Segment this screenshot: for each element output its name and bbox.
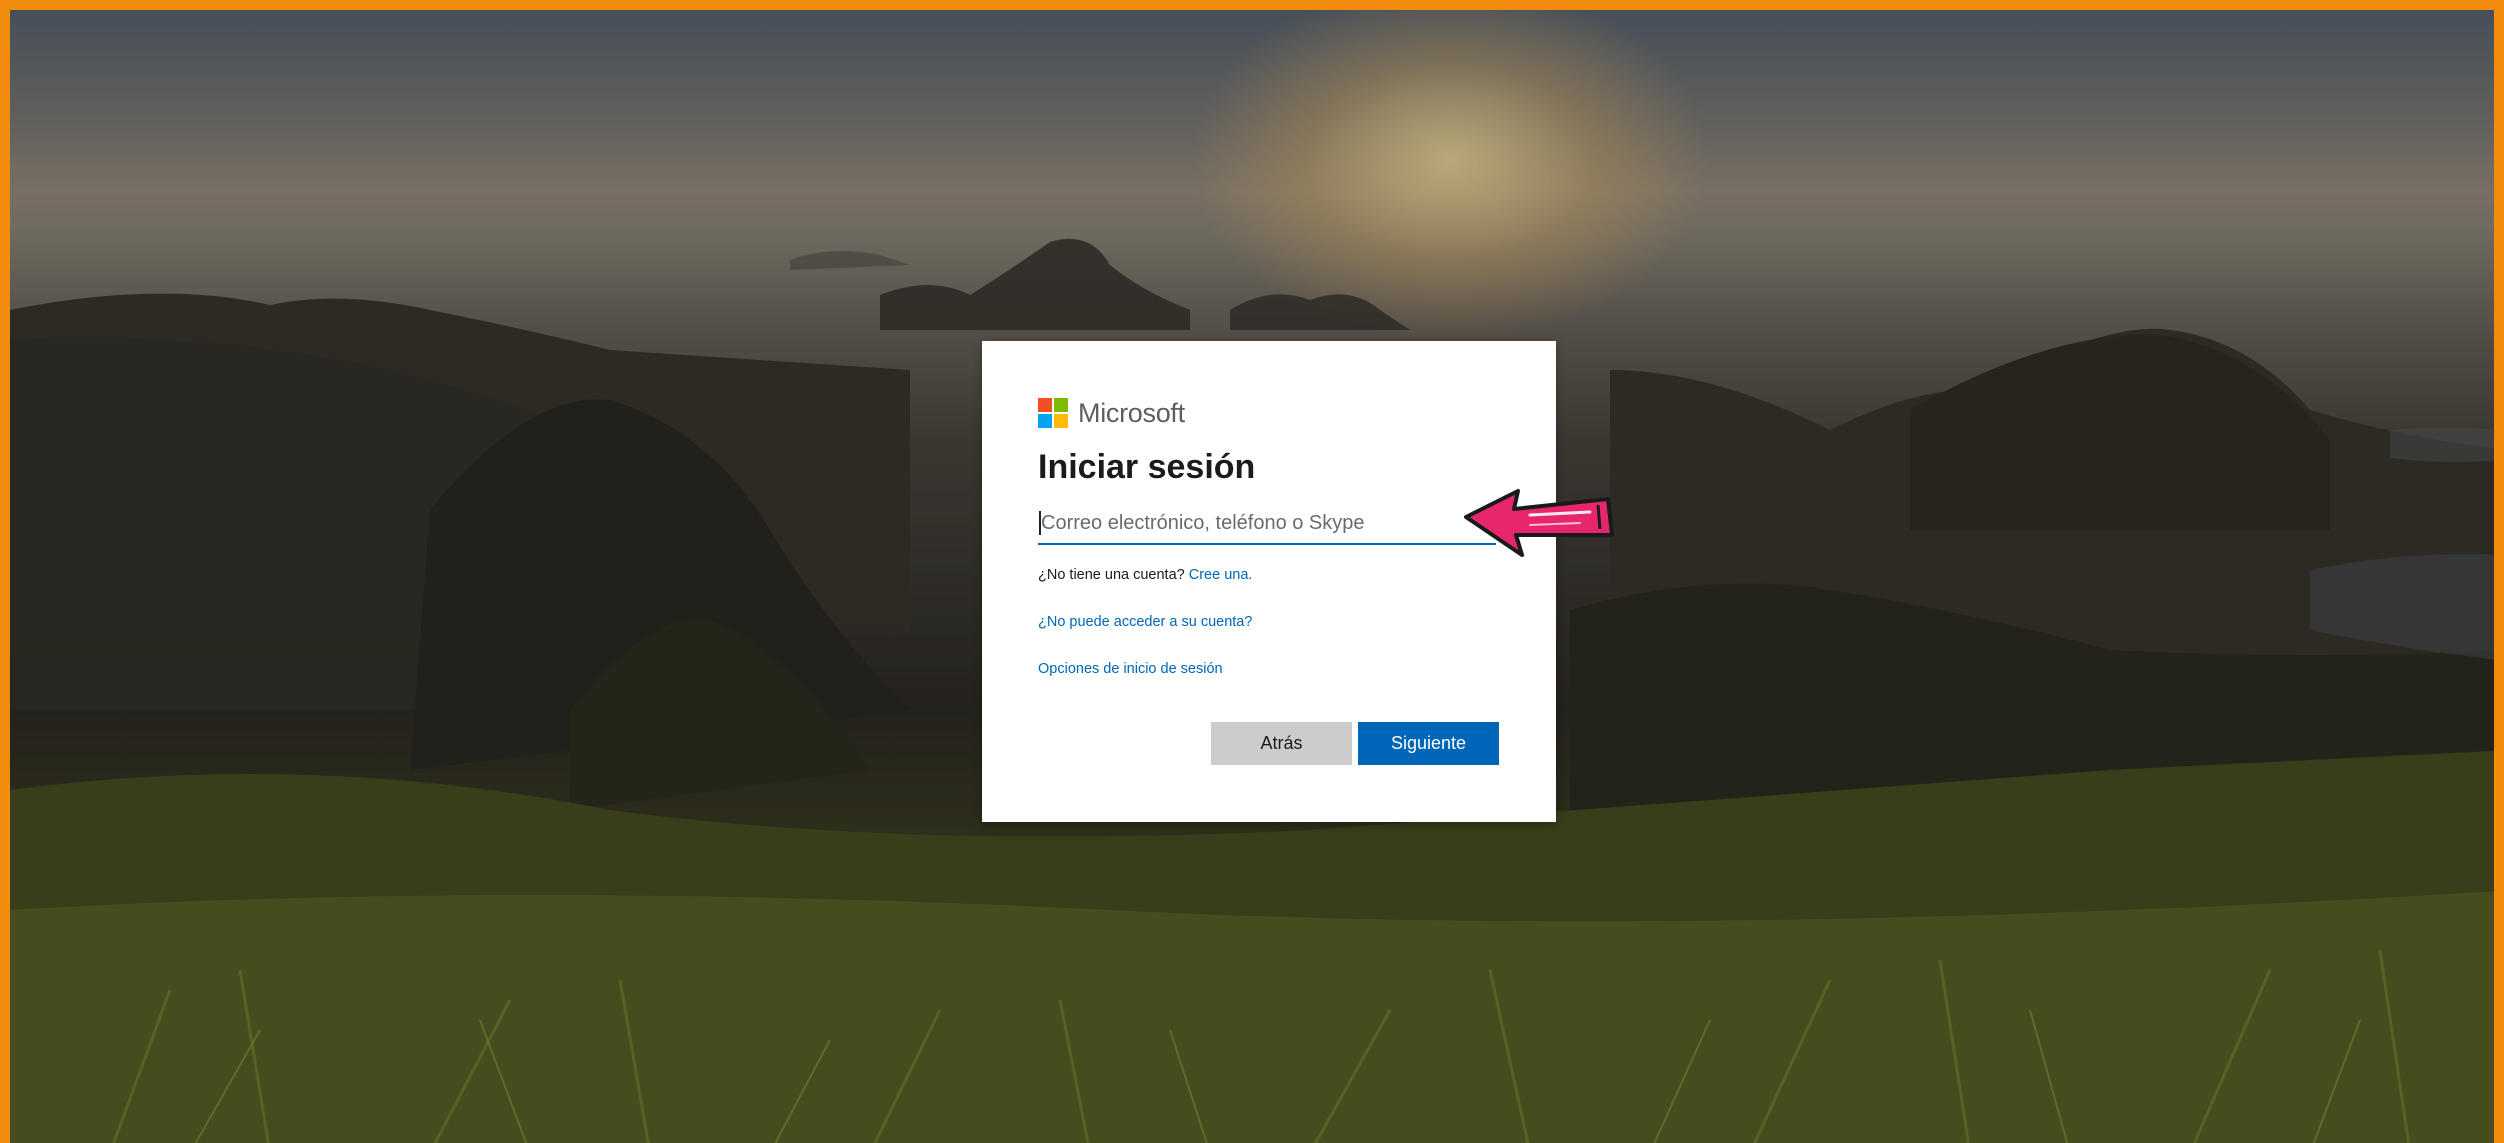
left-arrow-annotation-icon [1464,489,1614,557]
signin-options-line: Opciones de inicio de sesión [1038,661,1498,679]
page-title: Iniciar sesión [1038,448,1256,486]
email-field-wrapper [1038,505,1499,545]
cant-access-link[interactable]: ¿No puede acceder a su cuenta? [1038,614,1252,630]
create-account-line: ¿No tiene una cuenta? Cree una. [1038,567,1498,585]
microsoft-logo-icon [1038,398,1068,428]
logo-square-yellow [1054,414,1068,428]
screenshot-frame: Microsoft Iniciar sesión ¿No tiene una c… [0,0,2504,1143]
signin-options-link[interactable]: Opciones de inicio de sesión [1038,661,1223,677]
back-button[interactable]: Atrás [1211,722,1352,765]
email-field[interactable] [1038,505,1499,541]
brand-header: Microsoft [1038,397,1498,429]
create-account-link[interactable]: Cree una. [1189,567,1253,583]
button-row: Atrás Siguiente [1211,722,1499,765]
no-account-text: ¿No tiene una cuenta? [1038,567,1185,583]
brand-name: Microsoft [1078,397,1185,428]
logo-square-red [1038,398,1052,412]
logo-square-green [1054,398,1068,412]
next-button[interactable]: Siguiente [1358,722,1499,765]
cant-access-line: ¿No puede acceder a su cuenta? [1038,614,1498,632]
text-caret [1039,511,1041,535]
signin-card: Microsoft Iniciar sesión ¿No tiene una c… [982,341,1556,822]
logo-square-blue [1038,414,1052,428]
